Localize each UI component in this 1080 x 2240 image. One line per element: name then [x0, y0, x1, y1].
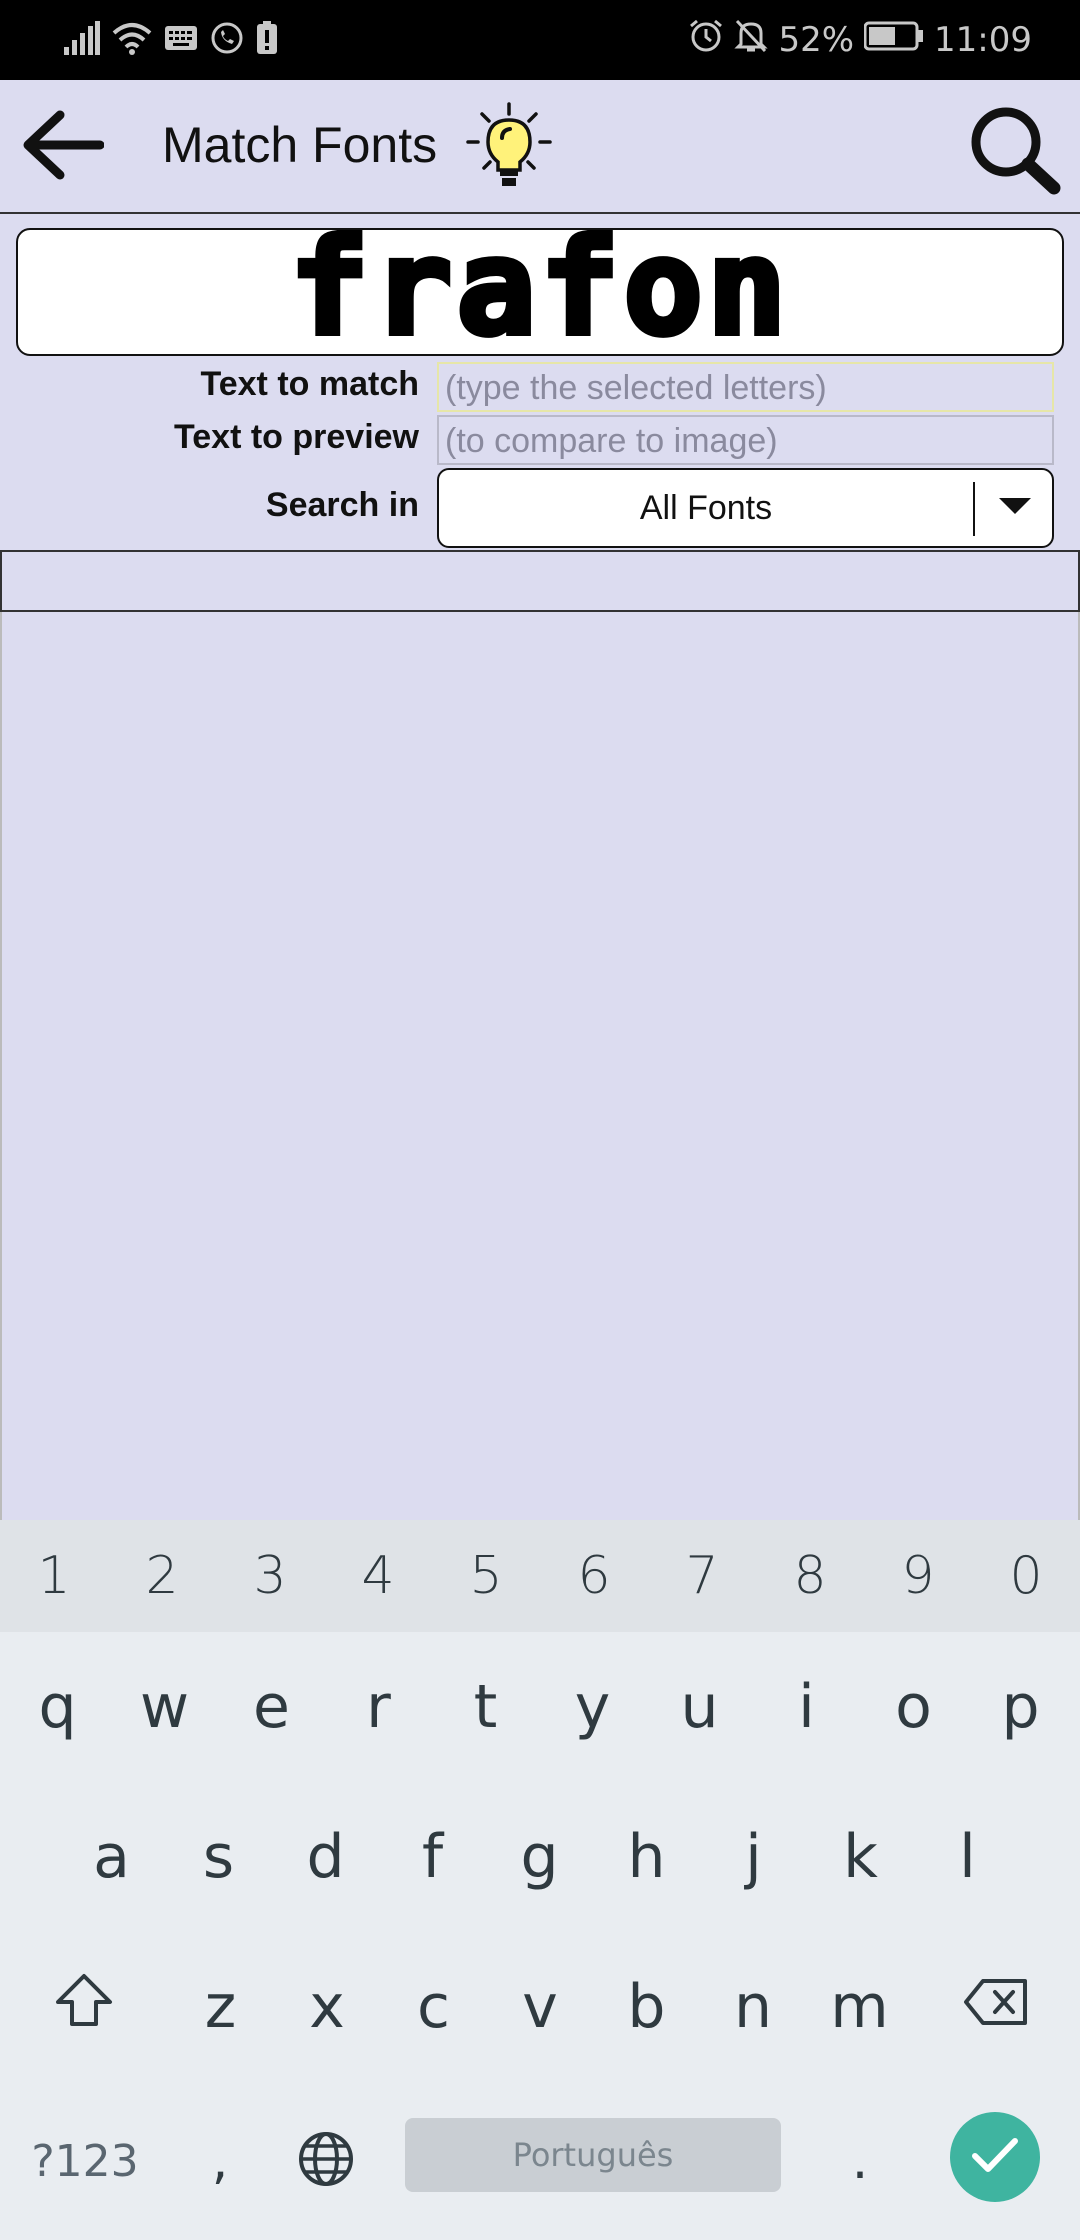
key-8[interactable]: 8	[756, 1520, 864, 1632]
key-y[interactable]: y	[539, 1632, 646, 1782]
results-list[interactable]	[0, 612, 1080, 1520]
lightbulb-icon	[462, 102, 556, 198]
comma-key[interactable]: ,	[170, 2086, 270, 2236]
key-c[interactable]: c	[380, 1932, 487, 2082]
key-m[interactable]: m	[806, 1932, 913, 2082]
key-i[interactable]: i	[753, 1632, 860, 1782]
wifi-icon	[112, 21, 152, 60]
key-5[interactable]: 5	[432, 1520, 540, 1632]
key-2[interactable]: 2	[108, 1520, 216, 1632]
text-to-preview-placeholder: (to compare to image)	[445, 422, 778, 460]
symbols-key[interactable]: ?123	[20, 2086, 150, 2236]
text-to-preview-input[interactable]: (to compare to image)	[437, 415, 1054, 465]
key-d[interactable]: d	[272, 1782, 379, 1932]
search-in-dropdown[interactable]: All Fonts	[437, 468, 1054, 548]
signal-icon	[64, 20, 100, 60]
alert-icon	[256, 20, 278, 60]
clock: 11:09	[934, 20, 1032, 60]
status-icons-right: 52% 11:09	[688, 18, 1032, 62]
key-9[interactable]: 9	[864, 1520, 972, 1632]
search-icon	[966, 107, 1062, 202]
shift-icon	[54, 1972, 114, 2043]
key-a[interactable]: a	[58, 1782, 165, 1932]
dropdown-toggle[interactable]	[975, 470, 1054, 546]
search-in-selected: All Fonts	[639, 489, 773, 527]
key-x[interactable]: x	[274, 1932, 381, 2082]
key-u[interactable]: u	[646, 1632, 753, 1782]
status-bar: 52% 11:09	[0, 0, 1080, 80]
key-v[interactable]: v	[487, 1932, 594, 2082]
space-key[interactable]: Português	[405, 2118, 781, 2192]
enter-button[interactable]	[950, 2112, 1040, 2202]
key-7[interactable]: 7	[648, 1520, 756, 1632]
key-0[interactable]: 0	[972, 1520, 1080, 1632]
key-q[interactable]: q	[4, 1632, 111, 1782]
backspace-key[interactable]	[913, 1932, 1080, 2082]
keyboard-icon	[164, 25, 198, 56]
chevron-down-icon	[997, 496, 1033, 521]
back-button[interactable]	[14, 102, 110, 192]
back-arrow-icon	[20, 109, 105, 186]
battery-icon	[863, 20, 924, 60]
globe-icon	[297, 2130, 355, 2192]
shift-key[interactable]	[0, 1932, 167, 2082]
key-3[interactable]: 3	[216, 1520, 324, 1632]
checkmark-icon	[970, 2135, 1020, 2180]
soft-keyboard: 1 2 3 4 5 6 7 8 9 0 q w e r t y u i o p …	[0, 1520, 1080, 2240]
key-z[interactable]: z	[167, 1932, 274, 2082]
text-to-match-placeholder: (type the selected letters)	[445, 369, 827, 407]
app-bar: Match Fonts	[0, 80, 1080, 214]
key-6[interactable]: 6	[540, 1520, 648, 1632]
alarm-icon	[688, 18, 724, 63]
silent-icon	[734, 18, 769, 63]
key-g[interactable]: g	[486, 1782, 593, 1932]
key-n[interactable]: n	[700, 1932, 807, 2082]
search-in-label: Search in	[265, 486, 419, 524]
period-key[interactable]: .	[810, 2086, 910, 2236]
letter-row-1: q w e r t y u i o p	[4, 1632, 1074, 1782]
key-f[interactable]: f	[379, 1782, 486, 1932]
sample-text-image: frafon	[287, 230, 791, 354]
sample-text: frafon	[290, 230, 791, 354]
key-4[interactable]: 4	[324, 1520, 432, 1632]
hint-button[interactable]	[462, 100, 556, 194]
letter-row-2: a s d f g h j k l	[58, 1782, 1021, 1932]
key-r[interactable]: r	[325, 1632, 432, 1782]
key-s[interactable]: s	[165, 1782, 272, 1932]
key-o[interactable]: o	[860, 1632, 967, 1782]
language-key[interactable]	[272, 2086, 380, 2236]
status-icons-left	[64, 18, 278, 62]
text-to-match-input[interactable]: (type the selected letters)	[437, 362, 1054, 412]
text-to-match-label: Text to match	[200, 365, 419, 403]
backspace-icon	[963, 1972, 1029, 2042]
key-t[interactable]: t	[432, 1632, 539, 1782]
key-e[interactable]: e	[218, 1632, 325, 1782]
letter-row-3: z x c v b n m	[0, 1932, 1080, 2082]
key-j[interactable]: j	[700, 1782, 807, 1932]
search-button[interactable]	[966, 102, 1062, 198]
number-row: 1 2 3 4 5 6 7 8 9 0	[0, 1520, 1080, 1632]
text-to-preview-label: Text to preview	[174, 418, 419, 456]
key-l[interactable]: l	[914, 1782, 1021, 1932]
key-b[interactable]: b	[593, 1932, 700, 2082]
key-k[interactable]: k	[807, 1782, 914, 1932]
whatsapp-icon	[210, 21, 244, 60]
key-h[interactable]: h	[593, 1782, 700, 1932]
image-sample[interactable]: frafon	[16, 228, 1064, 356]
results-header	[0, 550, 1080, 612]
key-p[interactable]: p	[967, 1632, 1074, 1782]
key-w[interactable]: w	[111, 1632, 218, 1782]
key-1[interactable]: 1	[0, 1520, 108, 1632]
battery-percent: 52%	[778, 20, 855, 60]
page-title: Match Fonts	[162, 117, 438, 173]
